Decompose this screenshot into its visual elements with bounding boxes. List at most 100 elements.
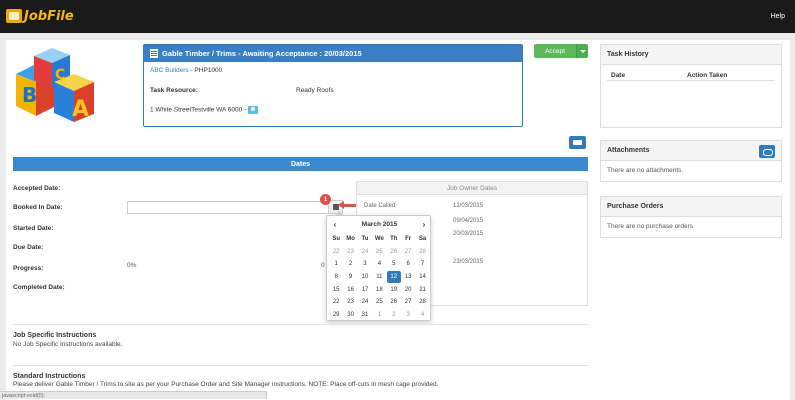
job-instructions-text: No Job Specific Instructions available. — [13, 341, 123, 348]
calendar-day[interactable]: 26 — [387, 296, 401, 309]
step-badge: 1 — [320, 194, 331, 205]
calendar-day[interactable]: 2 — [343, 258, 357, 271]
job-instructions-title: Job Specific Instructions — [13, 332, 97, 339]
abc-blocks-image: B C A — [16, 48, 94, 122]
calendar-day[interactable]: 23 — [343, 296, 357, 309]
standard-instructions-text: Please deliver Gable Timber / Trims to s… — [13, 381, 439, 388]
dates-section-header: Dates — [13, 157, 588, 171]
svg-text:B: B — [22, 83, 37, 107]
calendar-day[interactable]: 12 — [386, 270, 401, 284]
calendar-day[interactable]: 4 — [415, 309, 429, 322]
calendar-day[interactable]: 1 — [329, 258, 343, 271]
progress-value: 0% — [127, 262, 137, 269]
progress-value-right: 0 — [321, 262, 325, 269]
purchase-orders-title: Purchase Orders — [601, 197, 781, 217]
calendar-day[interactable]: 9 — [343, 271, 357, 284]
calendar-day[interactable]: 31 — [358, 309, 372, 322]
divider — [13, 324, 589, 325]
job-address: 1 White StreetTestville WA 6000 - — [150, 106, 249, 114]
task-resource-value: Ready Roofs — [296, 87, 334, 94]
calendar-day[interactable]: 4 — [372, 258, 386, 271]
job-owner-dates-title: Job Owner Dates — [357, 182, 587, 195]
calendar-grid: Su Mo Tu We Th Fr Sa 22 23 24 25 26 27 28 1 2 3 4 5… — [329, 233, 430, 321]
attach-file-button[interactable] — [759, 145, 775, 158]
calendar-day[interactable]: 1 — [372, 309, 386, 322]
datepicker-popup: ‹ March 2015 › Su Mo Tu We Th Fr Sa 22 23… — [326, 211, 432, 321]
calendar-day[interactable]: 14 — [415, 271, 429, 284]
job-card-header: Gable Timber / Trims - Awaiting Acceptan… — [144, 45, 522, 62]
calendar-day[interactable]: 5 — [387, 258, 401, 271]
calendar-day[interactable]: 3 — [358, 258, 372, 271]
client-code: - PHP1000 — [188, 67, 223, 74]
divider — [13, 365, 589, 366]
job-summary-card: Gable Timber / Trims - Awaiting Acceptan… — [143, 44, 523, 127]
calendar-day[interactable]: 10 — [358, 271, 372, 284]
calendar-day[interactable]: 28 — [415, 246, 429, 259]
print-button[interactable] — [569, 136, 586, 149]
calendar-day[interactable]: 20 — [401, 283, 415, 296]
accept-button-group: Accept — [534, 44, 588, 58]
due-date-label: Due Date: — [13, 244, 44, 251]
attachments-panel: Attachments There are no attachments. — [600, 140, 782, 182]
calendar-day[interactable]: 28 — [415, 296, 429, 309]
calendar-day[interactable]: 21 — [415, 283, 429, 296]
document-icon — [150, 49, 158, 58]
column-header-date: Date — [611, 72, 626, 79]
calendar-day[interactable]: 27 — [401, 296, 415, 309]
owner-date-value: 12/03/2015 — [453, 203, 484, 209]
calendar-day[interactable]: 11 — [372, 271, 386, 284]
accept-button[interactable]: Accept — [534, 44, 576, 58]
calendar-day[interactable]: 15 — [329, 283, 343, 296]
calendar-day[interactable]: 18 — [372, 283, 386, 296]
booked-in-date-input[interactable] — [127, 201, 333, 214]
column-header-action: Action Taken — [687, 72, 728, 79]
calendar-day[interactable]: 8 — [329, 271, 343, 284]
calendar-day[interactable]: 29 — [329, 309, 343, 322]
calendar-day[interactable]: 25 — [372, 246, 386, 259]
logo-text: JobFile — [24, 8, 74, 24]
calendar-day[interactable]: 22 — [329, 296, 343, 309]
calendar-day[interactable]: 17 — [358, 283, 372, 296]
calendar-day[interactable]: 25 — [372, 296, 386, 309]
day-of-week-header: Mo — [346, 236, 355, 243]
calendar-day[interactable]: 22 — [329, 246, 343, 259]
jobfile-logo[interactable]: JobFile — [6, 7, 74, 25]
help-link[interactable]: Help — [771, 13, 785, 20]
accepted-date-label: Accepted Date: — [13, 185, 61, 192]
day-of-week-header: Fr — [405, 236, 412, 243]
calendar-day[interactable]: 13 — [401, 271, 415, 284]
calendar-day[interactable]: 26 — [387, 246, 401, 259]
calendar-day[interactable]: 7 — [415, 258, 429, 271]
day-of-week-header: Su — [332, 236, 341, 243]
main-content: B C A Gable Timber / Trims - Awaiting Ac… — [6, 40, 790, 400]
calendar-month-title[interactable]: March 2015 — [327, 220, 432, 230]
day-of-week-header: We — [374, 236, 384, 243]
calendar-next-button[interactable]: › — [419, 220, 429, 229]
accept-dropdown-toggle[interactable] — [576, 44, 588, 58]
map-marker-button[interactable] — [248, 106, 259, 114]
calendar-day[interactable]: 30 — [343, 309, 357, 322]
booked-in-date-label: Booked In Date: — [13, 204, 63, 211]
owner-date-value: 20/03/2015 — [453, 231, 484, 237]
client-link[interactable]: ABC Builders — [150, 67, 189, 74]
task-history-title: Task History — [601, 45, 781, 65]
task-history-panel: Task History Date Action Taken — [600, 44, 782, 128]
calendar-day[interactable]: 27 — [401, 246, 415, 259]
job-title: Gable Timber / Trims - Awaiting Acceptan… — [162, 49, 362, 58]
calendar-day[interactable]: 3 — [401, 309, 415, 322]
calendar-day[interactable]: 6 — [401, 258, 415, 271]
calendar-day[interactable]: 24 — [358, 296, 372, 309]
calendar-day[interactable]: 19 — [387, 283, 401, 296]
day-of-week-header: Th — [390, 236, 398, 243]
purchase-orders-panel: Purchase Orders There are no purchase or… — [600, 196, 782, 238]
owner-date-value: 23/03/2015 — [453, 259, 484, 265]
calendar-day[interactable]: 23 — [343, 246, 357, 259]
progress-label: Progress: — [13, 265, 44, 272]
standard-instructions-title: Standard Instructions — [13, 373, 86, 380]
task-resource-label: Task Resource: — [150, 87, 198, 94]
owner-date-label: Date Called — [364, 203, 396, 209]
calendar-day[interactable]: 16 — [343, 283, 357, 296]
calendar-day[interactable]: 24 — [358, 246, 372, 259]
calendar-day[interactable]: 2 — [387, 309, 401, 322]
attachments-empty-text: There are no attachments. — [607, 167, 684, 174]
